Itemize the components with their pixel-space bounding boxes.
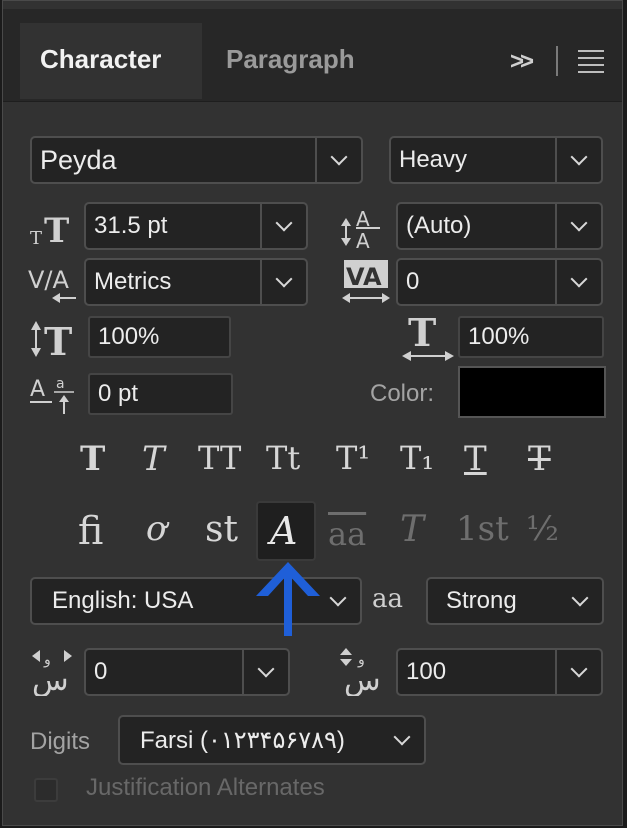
- font-style-dropdown[interactable]: Heavy: [389, 136, 603, 184]
- vertical-scale-value: 100%: [98, 323, 160, 350]
- chevron-down-icon[interactable]: [555, 204, 601, 248]
- diacritic-position-icon: و س: [340, 648, 381, 696]
- ordinals-button[interactable]: 1st: [456, 512, 509, 546]
- tab-divider: [556, 46, 558, 76]
- annotation-arrow-icon: [256, 562, 320, 636]
- kashida-icon: و س: [32, 650, 72, 696]
- justification-alternates-label: Justification Alternates: [86, 774, 325, 801]
- svg-text:T: T: [44, 211, 69, 248]
- leading-value: (Auto): [406, 212, 472, 239]
- chevron-down-icon[interactable]: [558, 579, 602, 623]
- small-caps-button[interactable]: Tt: [266, 442, 300, 474]
- kashida-value: 0: [94, 658, 108, 685]
- font-size-icon: T T: [30, 211, 69, 248]
- horizontal-scale-field[interactable]: 100%: [458, 316, 604, 358]
- leading-icon: A A: [341, 207, 380, 250]
- subscript-button[interactable]: T₁: [400, 442, 434, 474]
- kerning-value: Metrics: [94, 268, 172, 295]
- chevron-down-icon[interactable]: [242, 650, 288, 694]
- strikethrough-button[interactable]: T: [528, 442, 551, 476]
- font-family-value: Peyda: [40, 144, 117, 175]
- svg-text:T: T: [44, 319, 72, 360]
- baseline-shift-icon: A a: [30, 376, 74, 414]
- kerning-icon: V/A: [28, 266, 76, 303]
- superscript-button[interactable]: T¹: [336, 442, 370, 474]
- language-value: English: USA: [52, 587, 194, 614]
- anti-alias-icon: aa: [372, 584, 404, 614]
- tab-character-label[interactable]: Character: [40, 44, 161, 75]
- chevron-down-icon[interactable]: [555, 138, 601, 182]
- underline-button[interactable]: T: [464, 442, 487, 476]
- swash-button[interactable]: A: [270, 512, 297, 550]
- color-swatch[interactable]: [458, 366, 606, 418]
- justification-alternates-checkbox[interactable]: [34, 778, 58, 802]
- chevron-down-icon[interactable]: [316, 579, 360, 623]
- discretionary-ligatures-button[interactable]: st: [205, 512, 238, 548]
- tracking-dropdown[interactable]: 0: [396, 258, 603, 306]
- svg-text:A: A: [356, 229, 370, 250]
- digits-value: Farsi (۰۱۲۳۴۵۶۷۸۹): [140, 726, 345, 754]
- fractions-button[interactable]: ½: [526, 512, 559, 546]
- font-size-field[interactable]: 31.5 pt: [84, 202, 308, 250]
- horizontal-scale-value: 100%: [468, 323, 530, 350]
- contextual-alternates-button[interactable]: ơ: [146, 512, 166, 546]
- diacritic-position-value: 100: [406, 658, 447, 685]
- svg-text:V/A: V/A: [28, 266, 70, 294]
- digits-dropdown[interactable]: Farsi (۰۱۲۳۴۵۶۷۸۹): [118, 715, 426, 765]
- chevron-down-icon[interactable]: [260, 204, 306, 248]
- font-size-value: 31.5 pt: [94, 212, 168, 239]
- baseline-shift-value: 0 pt: [98, 380, 139, 407]
- horizontal-scale-icon: T: [402, 314, 454, 361]
- chevron-down-icon[interactable]: [555, 650, 601, 694]
- vertical-scale-field[interactable]: 100%: [88, 316, 231, 358]
- svg-text:VA: VA: [346, 263, 382, 291]
- tab-paragraph[interactable]: Paragraph: [226, 44, 355, 75]
- baseline-shift-field[interactable]: 0 pt: [88, 373, 233, 415]
- anti-alias-value: Strong: [446, 587, 517, 614]
- svg-text:س: س: [32, 663, 69, 696]
- faux-bold-button[interactable]: T: [80, 442, 105, 476]
- svg-text:A: A: [30, 377, 45, 402]
- chevron-down-icon[interactable]: [260, 260, 306, 304]
- digits-label: Digits: [30, 728, 91, 755]
- tracking-icon: VA: [342, 260, 390, 303]
- vertical-scale-icon: T: [31, 319, 72, 360]
- diacritic-position-dropdown[interactable]: 100: [396, 648, 603, 696]
- anti-alias-dropdown[interactable]: Strong: [426, 577, 604, 625]
- svg-text:T: T: [408, 314, 436, 355]
- svg-text:T: T: [30, 228, 42, 248]
- color-label: Color:: [370, 380, 435, 407]
- stylistic-alternates-button[interactable]: aa: [328, 518, 366, 550]
- leading-field[interactable]: (Auto): [396, 202, 603, 250]
- titling-alternates-button[interactable]: T: [400, 512, 424, 548]
- tracking-value: 0: [406, 268, 420, 295]
- svg-text:س: س: [344, 663, 381, 696]
- kerning-dropdown[interactable]: Metrics: [84, 258, 308, 306]
- kashida-dropdown[interactable]: 0: [84, 648, 290, 696]
- chevron-down-icon[interactable]: [315, 138, 361, 182]
- panel-expand-icon[interactable]: >>: [510, 48, 534, 76]
- font-style-value: Heavy: [399, 146, 468, 173]
- font-family-dropdown[interactable]: Peyda: [30, 136, 363, 184]
- chevron-down-icon[interactable]: [555, 260, 601, 304]
- standard-ligatures-button[interactable]: ﬁ: [78, 512, 103, 550]
- faux-italic-button[interactable]: T: [142, 442, 165, 476]
- panel-menu-icon[interactable]: [578, 50, 604, 78]
- svg-text:a: a: [56, 376, 65, 392]
- all-caps-button[interactable]: TT: [198, 442, 241, 474]
- chevron-down-icon[interactable]: [380, 717, 424, 763]
